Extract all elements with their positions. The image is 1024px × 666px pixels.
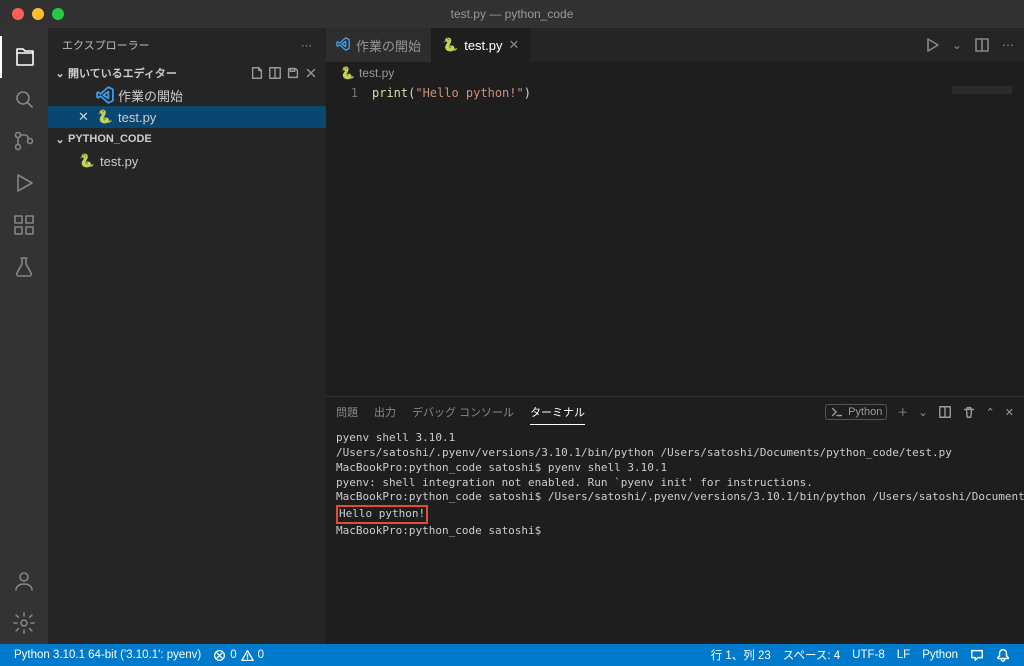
status-eol[interactable]: LF — [891, 647, 916, 663]
line-number: 1 — [326, 86, 358, 100]
testing-icon[interactable] — [0, 246, 48, 288]
panel-tab-problems[interactable]: 問題 — [336, 400, 358, 424]
terminal-line: pyenv: shell integration not enabled. Ru… — [336, 476, 1014, 491]
status-cursor[interactable]: 行 1、列 23 — [705, 647, 777, 663]
status-bar: Python 3.10.1 64-bit ('3.10.1': pyenv) 0… — [0, 644, 1024, 666]
status-encoding[interactable]: UTF-8 — [846, 647, 891, 663]
folder-label: PYTHON_CODE — [68, 133, 152, 145]
status-feedback-icon[interactable] — [964, 647, 990, 663]
close-panel-icon[interactable]: ✕ — [1005, 406, 1014, 419]
activity-bar — [0, 28, 48, 644]
terminal-line: /Users/satoshi/.pyenv/versions/3.10.1/bi… — [336, 446, 1014, 461]
editor-tabs: 作業の開始 🐍 test.py ✕ ⌄ ⋯ — [326, 28, 1024, 62]
python-file-icon: 🐍 — [442, 37, 458, 53]
open-editor-label: 作業の開始 — [118, 86, 183, 105]
open-editor-label: test.py — [118, 110, 156, 125]
tab-welcome[interactable]: 作業の開始 — [326, 28, 432, 62]
editor-area: 作業の開始 🐍 test.py ✕ ⌄ ⋯ 🐍 test.py 1 print(… — [326, 28, 1024, 644]
code-line[interactable]: print("Hello python!") — [372, 86, 531, 100]
explorer-icon[interactable] — [0, 36, 48, 78]
run-dropdown-icon[interactable]: ⌄ — [952, 38, 962, 52]
folder-section[interactable]: ⌄ PYTHON_CODE — [48, 128, 326, 150]
explorer-sidebar: エクスプローラー ⋯ ⌄ 開いているエディター 作業の開始 ✕ 🐍 test.p… — [48, 28, 326, 644]
new-untitled-icon[interactable] — [250, 66, 264, 80]
terminal-line: MacBookPro:python_code satoshi$ /Users/s… — [336, 490, 1014, 505]
status-problems[interactable]: 0 0 — [207, 649, 270, 662]
split-terminal-icon[interactable] — [938, 405, 952, 419]
terminal-shell-badge[interactable]: Python — [825, 404, 887, 420]
vscode-file-icon — [336, 37, 350, 54]
close-editor-icon[interactable]: ✕ — [78, 109, 94, 125]
window-title: test.py — python_code — [0, 7, 1024, 21]
settings-gear-icon[interactable] — [0, 602, 48, 644]
more-actions-icon[interactable]: ⋯ — [1002, 38, 1014, 52]
bottom-panel: 問題 出力 デバッグ コンソール ターミナル Python ＋ ⌄ ⌃ ✕ py… — [326, 396, 1024, 644]
breadcrumb-file: test.py — [359, 66, 394, 80]
file-label: test.py — [100, 154, 138, 169]
close-all-icon[interactable] — [304, 66, 318, 80]
run-icon[interactable] — [924, 37, 940, 53]
sidebar-more-icon[interactable]: ⋯ — [301, 39, 312, 52]
terminal-dropdown-icon[interactable]: ⌄ — [918, 406, 927, 419]
file-item[interactable]: 🐍 test.py — [48, 150, 326, 172]
status-spaces[interactable]: スペース: 4 — [777, 647, 846, 663]
terminal-line: MacBookPro:python_code satoshi$ pyenv sh… — [336, 461, 1014, 476]
chevron-down-icon: ⌄ — [52, 133, 68, 146]
extensions-icon[interactable] — [0, 204, 48, 246]
save-all-icon[interactable] — [286, 66, 300, 80]
kill-terminal-icon[interactable] — [962, 405, 976, 419]
new-terminal-icon[interactable]: ＋ — [897, 404, 908, 420]
tab-label: test.py — [464, 38, 502, 53]
terminal-line: MacBookPro:python_code satoshi$ — [336, 524, 1014, 539]
python-file-icon: 🐍 — [96, 109, 114, 125]
source-control-icon[interactable] — [0, 120, 48, 162]
search-icon[interactable] — [0, 78, 48, 120]
toggle-layout-icon[interactable] — [268, 66, 282, 80]
accounts-icon[interactable] — [0, 560, 48, 602]
terminal-output-highlight: Hello python! — [336, 505, 428, 524]
open-editor-item-active[interactable]: ✕ 🐍 test.py — [48, 106, 326, 128]
status-bell-icon[interactable] — [990, 647, 1016, 663]
tab-label: 作業の開始 — [356, 36, 421, 55]
sidebar-title: エクスプローラー — [62, 37, 150, 53]
breadcrumb[interactable]: 🐍 test.py — [326, 62, 1024, 84]
terminal-line: pyenv shell 3.10.1 — [336, 431, 1014, 446]
status-lang[interactable]: Python — [916, 647, 964, 663]
titlebar: test.py — python_code — [0, 0, 1024, 28]
terminal[interactable]: pyenv shell 3.10.1 /Users/satoshi/.pyenv… — [326, 427, 1024, 644]
open-editors-label: 開いているエディター — [68, 65, 177, 81]
panel-tab-terminal[interactable]: ターミナル — [530, 400, 585, 425]
minimap[interactable] — [952, 86, 1012, 94]
python-file-icon: 🐍 — [78, 153, 96, 169]
open-editor-item[interactable]: 作業の開始 — [48, 84, 326, 106]
chevron-down-icon: ⌄ — [52, 67, 68, 80]
tab-testpy[interactable]: 🐍 test.py ✕ — [432, 28, 530, 62]
code-editor[interactable]: 1 print("Hello python!") — [326, 84, 1024, 396]
split-editor-icon[interactable] — [974, 37, 990, 53]
open-editors-section[interactable]: ⌄ 開いているエディター — [48, 62, 326, 84]
panel-tab-output[interactable]: 出力 — [374, 400, 396, 424]
python-file-icon: 🐍 — [340, 66, 355, 80]
vscode-file-icon — [96, 86, 114, 104]
panel-tab-debug[interactable]: デバッグ コンソール — [412, 400, 514, 424]
close-tab-icon[interactable]: ✕ — [509, 37, 520, 53]
status-interpreter[interactable]: Python 3.10.1 64-bit ('3.10.1': pyenv) — [8, 649, 207, 661]
maximize-panel-icon[interactable]: ⌃ — [986, 406, 995, 419]
run-debug-icon[interactable] — [0, 162, 48, 204]
